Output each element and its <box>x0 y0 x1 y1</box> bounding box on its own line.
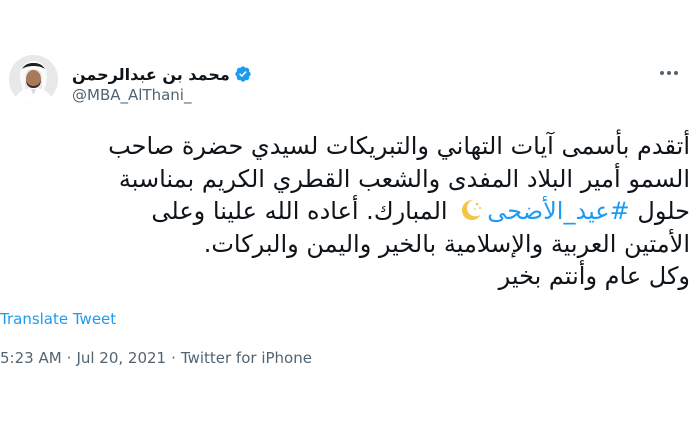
tweet-source[interactable]: Twitter for iPhone <box>181 349 312 367</box>
author-name-row[interactable]: محمد بن عبدالرحمن <box>72 63 252 85</box>
verified-badge-icon <box>235 66 251 82</box>
tweet-line: وكل عام وأنتم بخير <box>498 262 690 290</box>
author-display-name[interactable]: محمد بن عبدالرحمن <box>72 65 230 84</box>
avatar-image <box>9 55 58 104</box>
hashtag-link[interactable]: #عيد_الأضحى <box>487 197 630 225</box>
crescent-moon-stars-emoji <box>462 200 482 220</box>
author-avatar[interactable] <box>9 55 58 104</box>
author-handle[interactable]: @MBA_AlThani_ <box>72 86 191 104</box>
tweet-line: أتقدم بأسمى آيات التهاني والتبريكات لسيد… <box>108 132 690 160</box>
meta-separator: · <box>66 349 72 367</box>
more-options-button[interactable] <box>656 60 682 86</box>
tweet-time[interactable]: 5:23 AM <box>0 349 62 367</box>
tweet-metadata: 5:23 AM · Jul 20, 2021 · Twitter for iPh… <box>0 349 312 367</box>
tweet-date[interactable]: Jul 20, 2021 <box>76 349 166 367</box>
tweet-line: السمو أمير البلاد المفدى والشعب القطري ا… <box>118 164 690 193</box>
tweet-line: الأمتين العربية والإسلامية بالخير واليمن… <box>203 229 690 258</box>
tweet-text-segment: المبارك. أعاده الله علينا وعلى <box>151 197 448 225</box>
tweet-text: أتقدم بأسمى آيات التهاني والتبريكات لسيد… <box>0 130 690 293</box>
tweet-text-segment: حلول <box>637 197 690 225</box>
tweet-line: حلول #عيد_الأضحى المبارك. أعاده الله علي… <box>0 195 690 228</box>
meta-separator: · <box>171 349 176 367</box>
more-dots-icon <box>660 71 664 75</box>
translate-tweet-link[interactable]: Translate Tweet <box>0 310 116 328</box>
